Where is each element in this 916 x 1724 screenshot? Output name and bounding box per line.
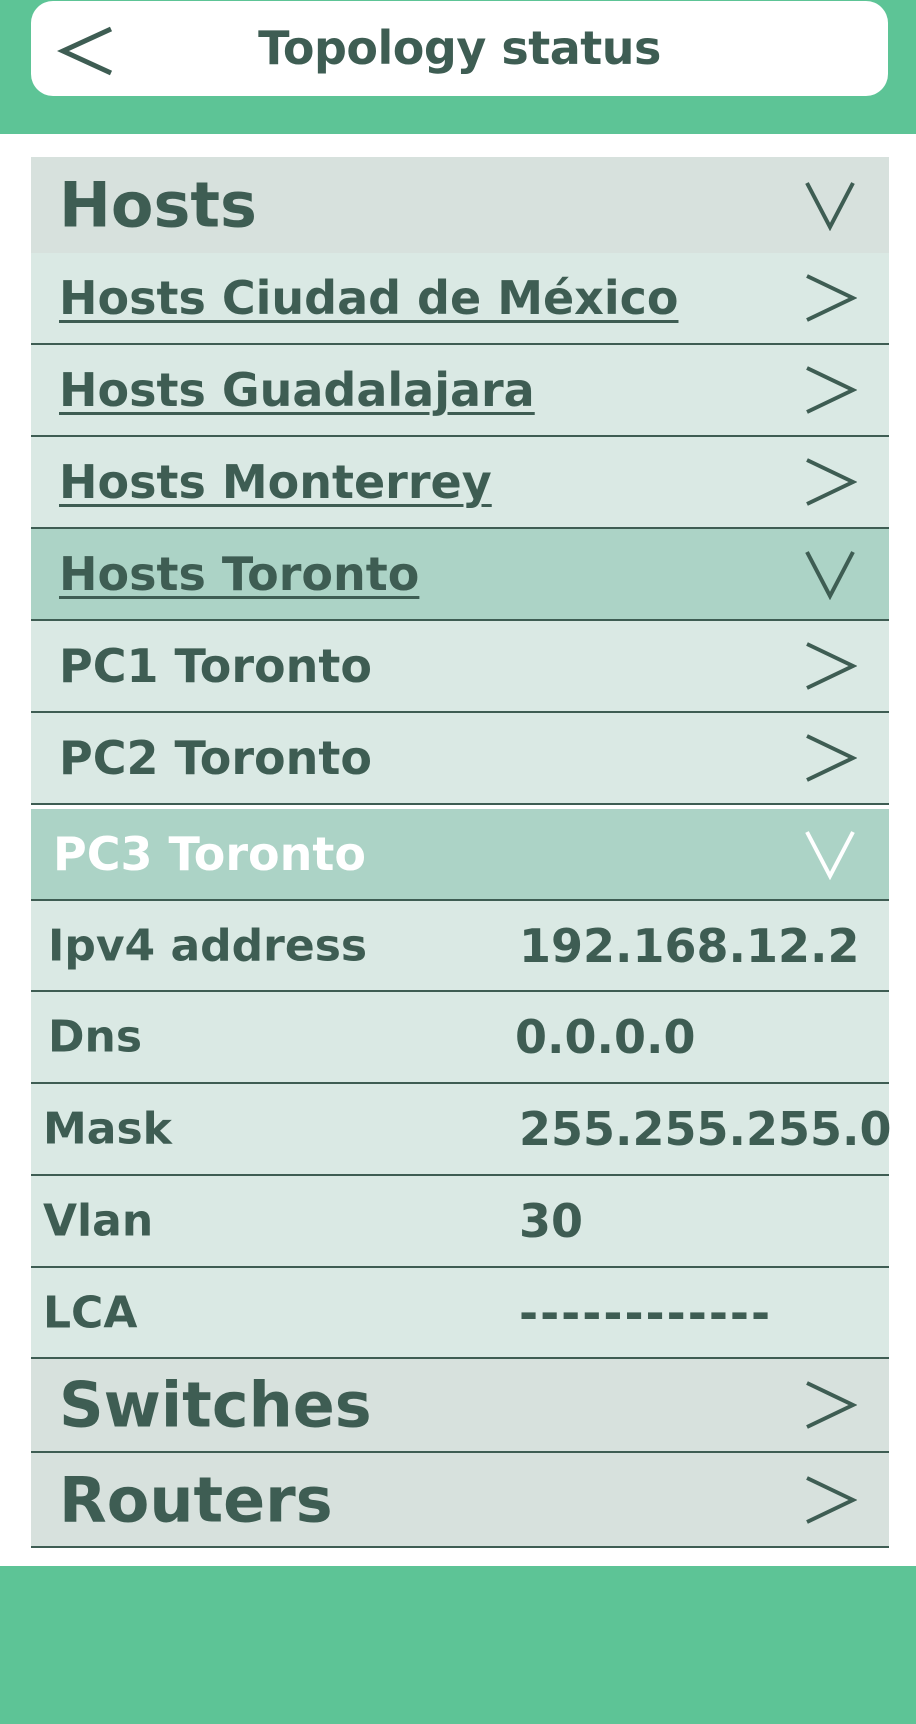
section-hosts[interactable]: Hosts	[31, 157, 889, 253]
group-hosts-cdmx[interactable]: Hosts Ciudad de México	[31, 253, 889, 345]
group-label: Hosts Toronto	[59, 547, 420, 601]
chevron-right-icon	[806, 1381, 857, 1429]
header-bar: Topology status	[31, 1, 888, 96]
detail-row-lca: LCA ------------	[31, 1268, 889, 1359]
detail-value: 30	[519, 1194, 584, 1248]
chevron-right-icon	[806, 366, 857, 414]
group-label: Hosts Guadalajara	[59, 363, 535, 417]
detail-key: Vlan	[43, 1195, 154, 1247]
page-title: Topology status	[258, 21, 661, 75]
section-switches-label: Switches	[59, 1368, 372, 1442]
host-label: PC1 Toronto	[59, 639, 372, 693]
detail-value: ------------	[519, 1285, 773, 1340]
chevron-down-icon	[805, 182, 855, 231]
detail-row-vlan: Vlan 30	[31, 1176, 889, 1268]
detail-value: 255.255.255.0	[519, 1102, 892, 1156]
host-label: PC2 Toronto	[59, 731, 372, 785]
detail-key: Ipv4 address	[48, 920, 368, 971]
detail-value: 192.168.12.2	[519, 918, 860, 973]
group-hosts-monterrey[interactable]: Hosts Monterrey	[31, 437, 889, 529]
detail-row-dns: Dns 0.0.0.0	[31, 992, 889, 1084]
group-hosts-toronto[interactable]: Hosts Toronto	[31, 529, 889, 621]
chevron-right-icon	[806, 1475, 857, 1524]
detail-value: 0.0.0.0	[515, 1010, 696, 1064]
host-label: PC3 Toronto	[53, 827, 366, 881]
group-hosts-guadalajara[interactable]: Hosts Guadalajara	[31, 345, 889, 437]
app-screen: Topology status Hosts Hosts Ciudad de Mé…	[0, 0, 916, 1724]
host-pc2-toronto[interactable]: PC2 Toronto	[31, 713, 889, 805]
detail-key: Mask	[43, 1103, 172, 1155]
group-label: Hosts Ciudad de México	[59, 271, 679, 325]
section-routers[interactable]: Routers	[31, 1453, 889, 1548]
chevron-right-icon	[806, 458, 857, 506]
section-routers-label: Routers	[59, 1463, 333, 1536]
group-label: Hosts Monterrey	[59, 455, 492, 509]
host-pc3-toronto[interactable]: PC3 Toronto	[31, 809, 889, 901]
topology-panel: Hosts Hosts Ciudad de México Hosts Guada…	[0, 134, 916, 1566]
section-switches[interactable]: Switches	[31, 1359, 889, 1453]
host-pc1-toronto[interactable]: PC1 Toronto	[31, 621, 889, 713]
detail-row-mask: Mask 255.255.255.0	[31, 1084, 892, 1176]
detail-row-ipv4: Ipv4 address 192.168.12.2	[31, 901, 889, 992]
chevron-down-icon	[805, 831, 855, 880]
chevron-right-icon	[806, 274, 857, 322]
detail-key: Dns	[48, 1011, 143, 1063]
detail-key: LCA	[43, 1287, 138, 1338]
chevron-right-icon	[806, 734, 857, 782]
chevron-down-icon	[805, 551, 855, 600]
section-hosts-label: Hosts	[59, 168, 257, 242]
chevron-right-icon	[806, 642, 857, 690]
